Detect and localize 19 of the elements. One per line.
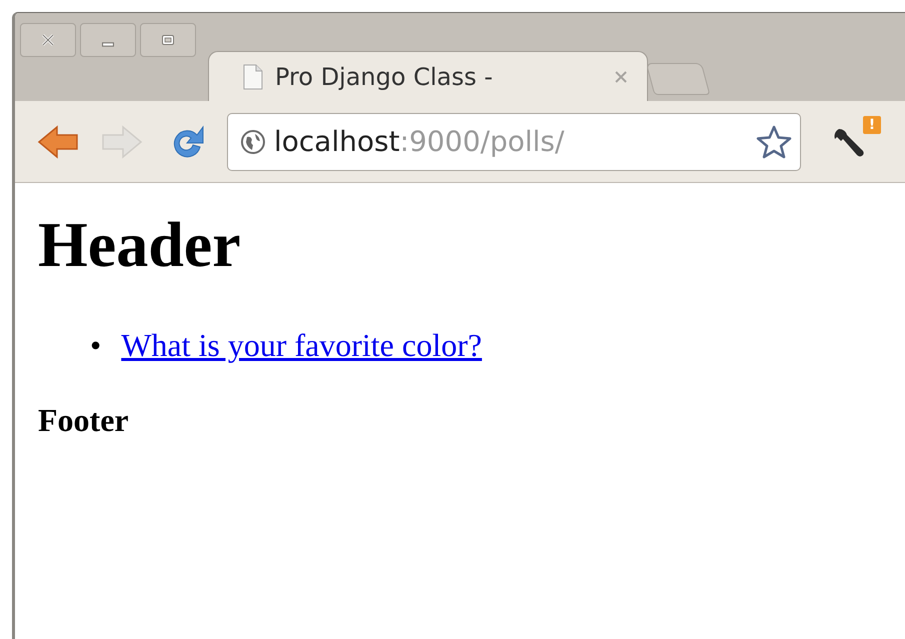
browser-tab[interactable]: Pro Django Class -: [208, 51, 648, 101]
tab-title: Pro Django Class -: [275, 62, 494, 90]
maximize-icon: [160, 33, 176, 47]
globe-icon: [240, 128, 266, 154]
minimize-icon: [102, 42, 114, 46]
star-icon[interactable]: [756, 124, 792, 158]
maximize-button[interactable]: [140, 23, 196, 57]
back-icon[interactable]: [37, 124, 81, 160]
warning-badge: !: [863, 116, 881, 134]
poll-link[interactable]: What is your favorite color?: [121, 327, 482, 364]
close-icon: [40, 33, 56, 47]
page-footer: Footer: [38, 402, 882, 439]
bullet: •: [90, 327, 102, 364]
page-heading: Header: [38, 208, 242, 282]
new-tab-button[interactable]: [646, 63, 710, 95]
page-icon: [243, 64, 263, 90]
url-text: localhost:9000/polls/: [274, 125, 566, 158]
close-icon[interactable]: [613, 68, 629, 84]
address-bar[interactable]: localhost:9000/polls/: [227, 112, 801, 170]
